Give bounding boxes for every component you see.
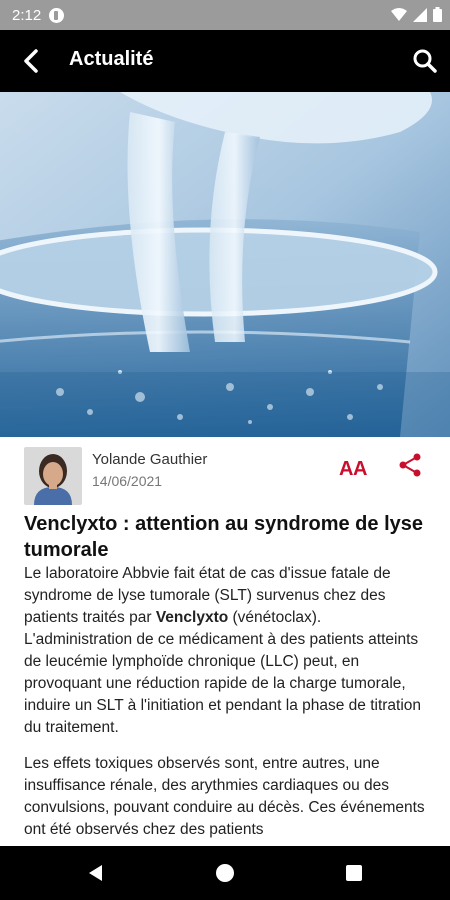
article-paragraph-1: Le laboratoire Abbvie fait état de cas d… xyxy=(24,563,432,739)
back-arrow-icon[interactable] xyxy=(16,46,46,76)
svg-text:A: A xyxy=(339,458,353,479)
share-icon[interactable] xyxy=(396,451,424,479)
article-title: Venclyxto : attention au syndrome de lys… xyxy=(24,513,424,561)
article-paragraph-2: Les effets toxiques observés sont, entre… xyxy=(24,755,425,838)
wifi-icon xyxy=(391,7,407,21)
svg-text:A: A xyxy=(353,458,367,479)
nav-back-icon[interactable] xyxy=(84,861,108,885)
status-time: 2:12 xyxy=(12,6,42,24)
article-hero-image xyxy=(0,92,450,437)
status-icons xyxy=(391,7,442,22)
status-bar: 2:12 xyxy=(0,0,450,30)
app-notification-icon xyxy=(49,7,65,23)
author-row: Yolande Gauthier 14/06/2021 A A xyxy=(0,437,450,509)
search-icon[interactable] xyxy=(410,46,440,76)
text-size-icon[interactable]: A A xyxy=(338,453,370,479)
nav-recents-icon[interactable] xyxy=(342,861,366,885)
paragraph-text: (vénétoclax). L'administration de ce méd… xyxy=(24,609,422,736)
app-bar: Actualité xyxy=(0,30,450,92)
signal-icon xyxy=(413,7,427,22)
article-body: Venclyxto : attention au syndrome de lys… xyxy=(24,511,432,855)
author-avatar xyxy=(24,447,82,505)
publish-date: 14/06/2021 xyxy=(92,473,163,489)
system-nav-bar xyxy=(0,846,450,900)
author-name: Yolande Gauthier xyxy=(92,451,208,468)
drug-name: Venclyxto xyxy=(155,609,229,626)
page-title: Actualité xyxy=(69,48,154,70)
nav-home-icon[interactable] xyxy=(213,861,237,885)
battery-icon xyxy=(433,7,442,22)
